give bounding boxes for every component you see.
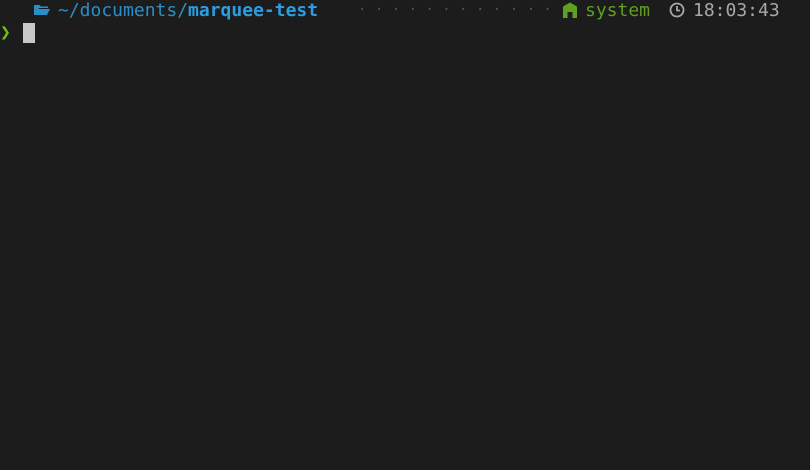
clock-icon bbox=[669, 2, 685, 18]
environment-label: system bbox=[585, 0, 651, 21]
folder-open-icon bbox=[34, 5, 50, 15]
prompt-status-line: ~/documents/marquee-test · · · · · · · ·… bbox=[0, 0, 810, 22]
prompt-symbol: ❯ bbox=[0, 22, 11, 43]
clock-time: 18:03:43 bbox=[693, 0, 780, 21]
prompt-separator: · · · · · · · · · · · · · · · · bbox=[358, 2, 550, 18]
text-cursor bbox=[23, 23, 35, 43]
directory-name: marquee-test bbox=[188, 0, 319, 21]
current-directory: ~/documents/marquee-test bbox=[58, 0, 318, 22]
directory-path-prefix: ~/documents/ bbox=[58, 0, 189, 21]
terminal-window[interactable]: ~/documents/marquee-test · · · · · · · ·… bbox=[0, 0, 810, 470]
node-icon bbox=[563, 2, 577, 18]
